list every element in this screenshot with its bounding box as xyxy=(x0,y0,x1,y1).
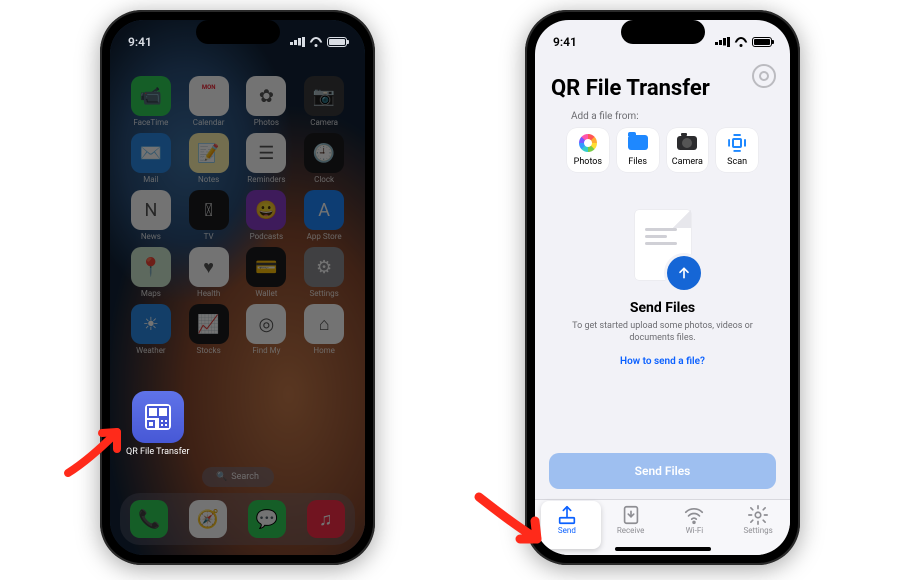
status-time: 9:41 xyxy=(128,35,152,49)
home-indicator xyxy=(615,547,711,551)
tab-receive[interactable]: Receive xyxy=(599,506,663,535)
phone-app-screen: 9:41 QR File Transfer Add a file from: P… xyxy=(525,10,800,565)
document-icon xyxy=(635,210,691,280)
empty-subtext: To get started upload some photos, video… xyxy=(559,320,766,344)
wifi-icon xyxy=(309,37,323,47)
files-icon xyxy=(628,133,648,153)
tab-wifi[interactable]: Wi-Fi xyxy=(663,506,727,535)
add-file-sources: PhotosFilesCameraScan xyxy=(567,128,758,172)
phone-home-screen: 9:41 📹FaceTimeMON10Calendar✿Photos📷Camer… xyxy=(100,10,375,565)
tab-settings[interactable]: Settings xyxy=(726,506,790,535)
source-camera[interactable]: Camera xyxy=(667,128,709,172)
how-to-send-link[interactable]: How to send a file? xyxy=(620,356,705,367)
signal-icon xyxy=(715,37,730,47)
app-header: QR File Transfer Add a file from: Photos… xyxy=(535,64,790,172)
photos-icon xyxy=(578,133,598,153)
add-file-hint: Add a file from: xyxy=(567,111,758,122)
settings-icon xyxy=(747,506,769,524)
page-title: QR File Transfer xyxy=(551,76,774,101)
wifi-icon xyxy=(734,37,748,47)
signal-icon xyxy=(290,37,305,47)
scan-icon xyxy=(727,133,747,153)
dynamic-island xyxy=(196,20,280,44)
battery-icon xyxy=(752,37,772,47)
receive-icon xyxy=(620,506,642,524)
dim-overlay xyxy=(110,20,365,555)
upload-arrow-icon xyxy=(667,256,701,290)
source-photos[interactable]: Photos xyxy=(567,128,609,172)
annotation-arrow xyxy=(62,409,142,479)
wifi-icon xyxy=(683,506,705,524)
qr-code-icon xyxy=(145,404,171,430)
dynamic-island xyxy=(621,20,705,44)
source-files[interactable]: Files xyxy=(617,128,659,172)
send-files-button[interactable]: Send Files xyxy=(549,453,776,489)
empty-heading: Send Files xyxy=(630,300,695,316)
empty-state: Send Files To get started upload some ph… xyxy=(535,210,790,367)
camera-icon xyxy=(677,133,697,153)
source-scan[interactable]: Scan xyxy=(716,128,758,172)
status-time: 9:41 xyxy=(553,35,577,49)
annotation-arrow xyxy=(473,489,565,561)
battery-icon xyxy=(327,37,347,47)
